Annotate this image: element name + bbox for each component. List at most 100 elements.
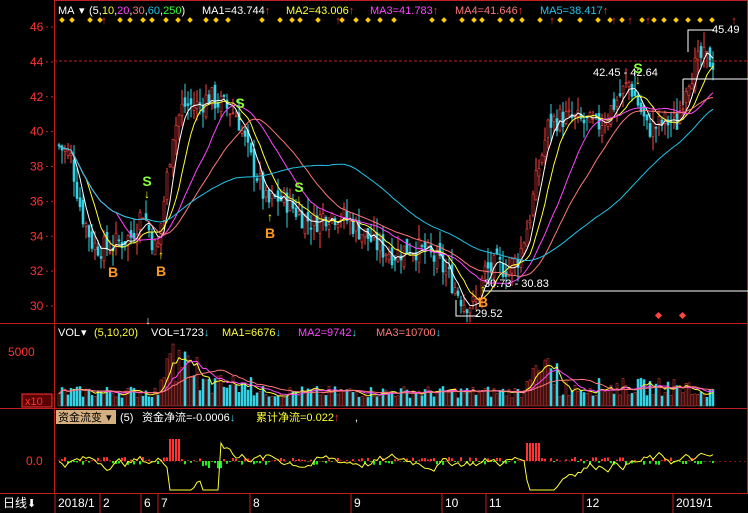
candle — [219, 95, 223, 112]
volume-bar — [681, 392, 685, 407]
price-tick-label: 42 — [30, 90, 44, 104]
volume-bar — [672, 379, 676, 407]
candle — [600, 125, 604, 136]
volume-bar — [582, 392, 586, 407]
vol-ma3-value: MA3=10700↓ — [376, 327, 441, 339]
volume-bar — [360, 396, 364, 407]
flow-bar — [106, 457, 108, 461]
flow-bar — [475, 457, 477, 461]
volume-bar — [666, 381, 670, 407]
candle — [432, 255, 436, 262]
flow-bar — [157, 461, 159, 465]
volume-bar — [537, 370, 541, 407]
volume-bar — [192, 375, 196, 407]
stock-chart[interactable]: MA ▾ (5,10,20,30,60,250) MA1=43.744↑ MA2… — [0, 0, 748, 513]
flow-bar — [304, 460, 306, 461]
ma-dropdown-icon[interactable]: ▾ — [79, 5, 85, 17]
volume-bar — [651, 394, 655, 407]
volume-bar — [93, 395, 97, 407]
volume-bar — [318, 394, 322, 407]
x-axis-label: 8 — [253, 496, 260, 510]
flow-bar — [292, 458, 294, 461]
x-axis-label: 2018/1 — [58, 496, 95, 510]
candle — [114, 232, 118, 246]
flow-bar — [658, 461, 660, 465]
down-arrow-icon: ↓ — [145, 315, 151, 327]
volume-bar — [447, 391, 451, 407]
candle — [138, 212, 142, 230]
candle — [549, 113, 553, 128]
flow-bar — [61, 459, 63, 461]
ma-indicator-name[interactable]: MA — [58, 5, 75, 17]
alert-arrow-icon: ↑ — [611, 15, 617, 27]
flow-bar — [307, 461, 309, 462]
flow-bar — [448, 457, 450, 461]
volume-bar — [432, 396, 436, 407]
flow-bar — [235, 458, 237, 461]
flow-bar — [424, 458, 426, 461]
volume-bar — [381, 388, 385, 407]
vol-indicator-name[interactable]: VOL — [58, 327, 80, 339]
volume-bar — [603, 391, 607, 407]
flow-bar — [385, 461, 387, 463]
flow-bar — [283, 459, 285, 461]
volume-bar — [591, 395, 595, 407]
flow-bar — [58, 460, 60, 461]
volume-bar — [567, 395, 571, 407]
volume-bar — [456, 397, 460, 407]
volume-bar — [573, 385, 577, 407]
volume-bar — [258, 391, 262, 407]
candle — [324, 216, 328, 227]
flow-bar — [604, 457, 606, 461]
candle — [375, 232, 379, 251]
volume-bar — [393, 396, 397, 407]
flow-bar — [430, 458, 432, 461]
volume-bar — [642, 379, 646, 407]
flow-bar — [166, 457, 168, 461]
flow-bar — [454, 461, 456, 462]
svg-text:↑: ↑ — [110, 245, 116, 259]
flow-bar — [403, 461, 405, 462]
candle — [528, 219, 532, 224]
flow-bar — [256, 461, 258, 463]
volume-bar — [270, 395, 274, 407]
svg-text:B: B — [156, 263, 166, 279]
volume-bar — [156, 394, 160, 407]
candle — [93, 242, 97, 251]
candle — [66, 150, 70, 156]
flow-bar — [217, 461, 219, 469]
svg-text:B: B — [108, 264, 118, 280]
flow-bar — [526, 443, 528, 461]
vol-dropdown-icon[interactable]: ▾ — [81, 327, 87, 339]
flow-indicator-name[interactable]: 资金流变 — [58, 410, 102, 424]
flow-bar — [370, 461, 372, 462]
candle — [165, 171, 169, 200]
flow-bar — [346, 459, 348, 461]
volume-bar — [90, 395, 94, 407]
flow-dropdown-icon[interactable]: ▾ — [106, 412, 112, 424]
volume-bar — [489, 396, 493, 407]
candle — [696, 50, 700, 61]
x-axis-label: 11 — [489, 496, 502, 510]
volume-bar — [276, 395, 280, 407]
flow-bar — [484, 461, 486, 465]
volume-bar — [474, 394, 478, 407]
flow-bar — [514, 461, 516, 464]
volume-bar — [570, 390, 574, 407]
volume-bar — [468, 391, 472, 407]
period-selector[interactable]: 日线⬇ — [3, 496, 36, 510]
candle — [633, 90, 637, 97]
candle — [567, 109, 571, 112]
range-label-top: 42.45 - 42.64 — [593, 67, 658, 79]
candle — [645, 114, 649, 121]
candle — [228, 113, 232, 116]
volume-bar — [552, 384, 556, 407]
volume-bar — [198, 390, 202, 407]
volume-bar — [135, 396, 139, 407]
price-tick-label: 34 — [30, 229, 44, 243]
volume-bar — [495, 393, 499, 407]
candle — [615, 99, 619, 107]
volume-bar — [285, 395, 289, 407]
flow-bar — [442, 461, 444, 465]
flow-bar — [139, 461, 141, 465]
